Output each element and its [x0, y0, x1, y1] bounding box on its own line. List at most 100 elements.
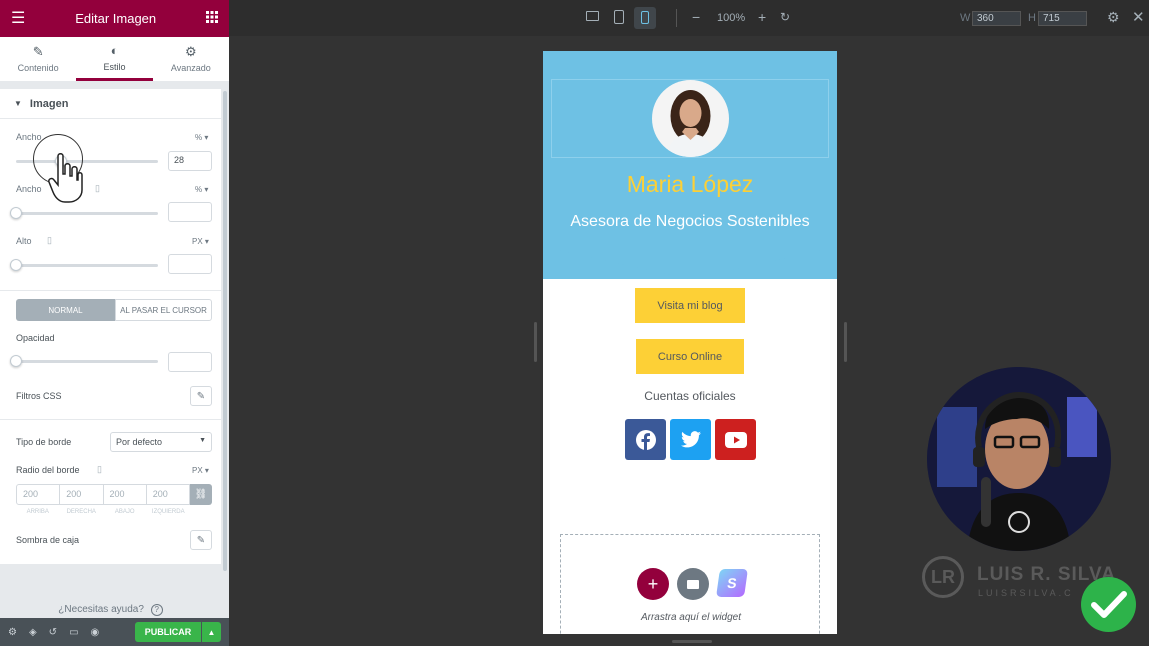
- tab-estilo[interactable]: ◐ Estilo: [76, 37, 153, 81]
- history-icon[interactable]: ↺: [49, 627, 57, 638]
- facebook-icon: [635, 429, 656, 450]
- profile-photo[interactable]: [652, 80, 729, 157]
- divider: [676, 9, 677, 27]
- radius-side-label: ARRIBA: [26, 509, 49, 515]
- responsive-top-bar: − 100% + ↻ W 360 H 715 ⚙ ✕: [229, 0, 1149, 36]
- link-icon: ⛓: [194, 489, 208, 500]
- panel-title: Editar Imagen: [75, 11, 157, 26]
- radius-top-input[interactable]: 200: [16, 484, 61, 505]
- divider: [0, 419, 221, 420]
- max-width-unit-select[interactable]: % ▾: [195, 185, 208, 194]
- twitter-icon: [680, 431, 701, 448]
- widget-drop-zone[interactable]: + S Arrastra aquí el widget: [560, 534, 820, 634]
- facebook-button[interactable]: [625, 419, 666, 460]
- height-slider[interactable]: [16, 264, 158, 267]
- device-width-input[interactable]: 360: [972, 11, 1021, 26]
- publish-options-button[interactable]: ▲: [202, 622, 221, 642]
- scrollbar-thumb[interactable]: [223, 91, 227, 571]
- width-input[interactable]: 28: [168, 151, 212, 171]
- radius-bottom-input[interactable]: 200: [103, 484, 147, 505]
- zoom-level: 100%: [717, 12, 746, 24]
- blog-button[interactable]: Visita mi blog: [635, 288, 745, 323]
- css-filters-edit-button[interactable]: ✎: [190, 386, 212, 406]
- gear-icon: ⚙: [184, 44, 197, 59]
- editor-panel: ☰ Editar Imagen ✎ Contenido ◐ Estilo ⚙ A…: [0, 0, 229, 646]
- twitter-button[interactable]: [670, 419, 711, 460]
- zoom-in-icon[interactable]: +: [758, 9, 766, 25]
- layers-icon[interactable]: ◈: [29, 627, 37, 638]
- settings-gear-icon[interactable]: ⚙: [1107, 9, 1120, 26]
- border-radius-inputs: 200 200 200 200 ⛓: [16, 484, 212, 505]
- pencil-icon: ✎: [196, 534, 206, 546]
- preview-eye-icon[interactable]: ◉: [91, 627, 100, 638]
- reset-zoom-icon[interactable]: ↻: [780, 10, 790, 24]
- starter-templates-icon: S: [726, 575, 738, 591]
- radius-right-input[interactable]: 200: [60, 484, 104, 505]
- help-label: ¿Necesitas ayuda?: [58, 604, 144, 615]
- brand-site: LUISRSILVA.C: [978, 588, 1074, 598]
- border-radius-unit-select[interactable]: PX ▾: [192, 466, 209, 475]
- box-shadow-edit-button[interactable]: ✎: [190, 530, 212, 550]
- desktop-device-icon[interactable]: [586, 11, 599, 21]
- resize-handle-bottom[interactable]: [672, 640, 712, 643]
- resize-handle-left[interactable]: [534, 322, 537, 362]
- radius-side-labels: ARRIBA DERECHA ABAJO IZQUIERDA: [16, 509, 190, 515]
- close-icon[interactable]: ✕: [1132, 8, 1145, 26]
- link-values-button[interactable]: ⛓: [190, 484, 212, 505]
- border-radius-label: Radio del borde: [16, 465, 80, 475]
- panel-scrollbar[interactable]: [221, 89, 229, 579]
- radius-side-label: IZQUIERDA: [151, 509, 185, 515]
- folder-icon: [687, 579, 699, 589]
- youtube-icon: [724, 431, 747, 448]
- section-title: Imagen: [29, 97, 69, 110]
- add-template-button[interactable]: [677, 568, 709, 600]
- tab-avanzado[interactable]: ⚙ Avanzado: [153, 37, 229, 81]
- settings-gear-icon[interactable]: ⚙: [8, 627, 17, 638]
- width-field-label: W: [960, 12, 971, 24]
- hamburger-menu-icon[interactable]: ☰: [11, 10, 25, 27]
- add-section-button[interactable]: +: [637, 568, 669, 600]
- opacity-slider[interactable]: [16, 360, 158, 363]
- mobile-device-icon[interactable]: ▯: [97, 464, 102, 475]
- apps-grid-icon[interactable]: [206, 10, 218, 28]
- brand-logo-mark: LR: [922, 556, 964, 598]
- panel-bottom-toolbar: ⚙ ◈ ↺ ▭ ◉ PUBLICAR ▲: [0, 618, 229, 646]
- opacity-slider-handle[interactable]: [10, 355, 22, 367]
- youtube-button[interactable]: [715, 419, 756, 460]
- max-width-input[interactable]: [168, 202, 212, 222]
- height-slider-handle[interactable]: [10, 259, 22, 271]
- radius-side-label: DERECHA: [66, 509, 96, 515]
- contrast-icon: ◐: [110, 42, 119, 58]
- hand-pointer-icon: [48, 153, 83, 203]
- tablet-device-icon[interactable]: [614, 10, 624, 24]
- zoom-out-icon[interactable]: −: [692, 9, 700, 25]
- max-width-slider-handle[interactable]: [10, 207, 22, 219]
- course-button[interactable]: Curso Online: [636, 339, 744, 374]
- webcam-overlay: [927, 367, 1111, 551]
- resize-handle-right[interactable]: [844, 322, 847, 362]
- state-tab-hover[interactable]: AL PASAR EL CURSOR: [115, 299, 212, 321]
- profile-name: Maria López: [626, 171, 754, 197]
- border-type-select[interactable]: Por defecto ▼: [110, 432, 212, 452]
- box-shadow-label: Sombra de caja: [16, 535, 80, 545]
- max-width-slider[interactable]: [16, 212, 158, 215]
- radius-left-input[interactable]: 200: [146, 484, 190, 505]
- device-height-input[interactable]: 715: [1038, 11, 1087, 26]
- height-unit-select[interactable]: PX ▾: [192, 237, 209, 246]
- check-badge: [1081, 577, 1136, 632]
- state-tab-normal[interactable]: NORMAL: [16, 299, 115, 321]
- starter-templates-button[interactable]: S: [716, 569, 748, 597]
- responsive-mode-icon[interactable]: ▭: [69, 627, 78, 638]
- mobile-device-icon[interactable]: ▯: [95, 183, 100, 194]
- height-input[interactable]: [168, 254, 212, 274]
- mobile-device-icon[interactable]: ▯: [47, 235, 52, 246]
- width-unit-select[interactable]: % ▾: [195, 133, 208, 142]
- opacity-input[interactable]: [168, 352, 212, 372]
- help-link[interactable]: ¿Necesitas ayuda? ?: [0, 604, 221, 616]
- section-header-imagen[interactable]: ▼ Imagen: [0, 89, 221, 119]
- css-filters-label: Filtros CSS: [16, 391, 62, 401]
- tab-label: Avanzado: [170, 63, 211, 73]
- panel-tabs: ✎ Contenido ◐ Estilo ⚙ Avanzado: [0, 37, 229, 81]
- tab-contenido[interactable]: ✎ Contenido: [0, 37, 76, 81]
- publish-button[interactable]: PUBLICAR: [135, 622, 201, 642]
